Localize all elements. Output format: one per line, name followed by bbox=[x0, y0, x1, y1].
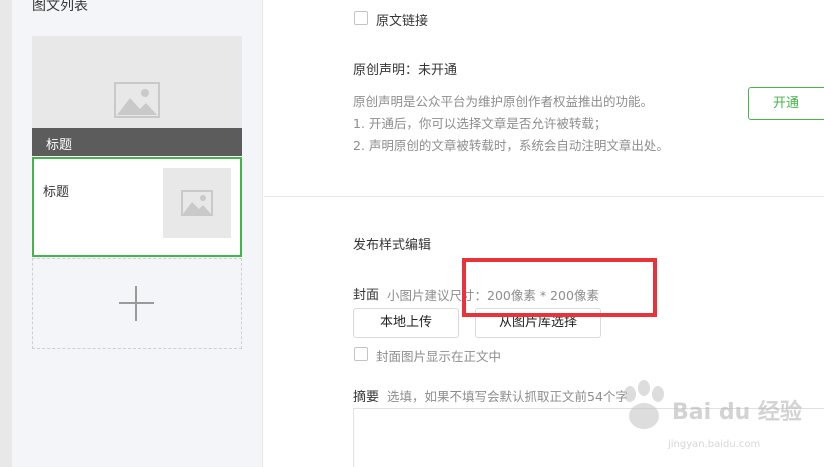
article-editor-page: 图文列表 标题 标题 原文链接 原创声明：未开通 原创声明是公众平台为维护原创作… bbox=[0, 0, 824, 467]
left-gutter bbox=[0, 0, 12, 467]
original-declaration-description: 原创声明是公众平台为维护原创作者权益推出的功能。 bbox=[353, 94, 654, 109]
show-cover-in-body-checkbox[interactable] bbox=[354, 347, 368, 361]
summary-label: 摘要 bbox=[353, 390, 380, 405]
watermark-url: jingyan.baidu.com bbox=[668, 439, 761, 450]
cover-title-bar: 标题 bbox=[32, 128, 242, 156]
open-original-button[interactable]: 开通 bbox=[748, 87, 824, 120]
original-link-checkbox[interactable] bbox=[354, 11, 368, 25]
paw-logo-icon bbox=[624, 380, 664, 429]
cover-article-card[interactable]: 标题 bbox=[32, 36, 242, 156]
sub-article-title: 标题 bbox=[43, 185, 70, 200]
add-article-button[interactable] bbox=[32, 258, 242, 349]
cover-article-title: 标题 bbox=[46, 138, 73, 153]
sub-article-thumbnail bbox=[163, 168, 231, 238]
original-link-label: 原文链接 bbox=[376, 14, 429, 29]
show-cover-in-body-label: 封面图片显示在正文中 bbox=[376, 349, 502, 364]
plus-icon-vertical bbox=[135, 286, 137, 321]
cover-label: 封面 bbox=[353, 288, 380, 303]
upload-local-button[interactable]: 本地上传 bbox=[353, 308, 459, 338]
original-declaration-item-1: 1. 开通后，你可以选择文章是否允许被转载； bbox=[353, 116, 607, 131]
sub-article-card[interactable]: 标题 bbox=[32, 157, 242, 257]
summary-hint: 选填，如果不填写会默认抓取正文前54个字 bbox=[387, 389, 628, 404]
original-declaration-item-2: 2. 声明原创的文章被转载时，系统会自动注明文章出处。 bbox=[353, 138, 669, 153]
baidu-jingyan-watermark: Bai du 经验 jingyan.baidu.com bbox=[618, 374, 824, 467]
watermark-brand: Bai du 经验 bbox=[672, 400, 802, 425]
article-list-title: 图文列表 bbox=[32, 0, 88, 14]
article-list-panel: 图文列表 标题 标题 bbox=[12, 0, 263, 467]
image-placeholder-icon bbox=[114, 82, 160, 122]
publish-style-title: 发布样式编辑 bbox=[353, 238, 432, 253]
original-declaration-title: 原创声明：未开通 bbox=[353, 63, 458, 78]
article-settings-section: 原文链接 原创声明：未开通 原创声明是公众平台为维护原创作者权益推出的功能。 1… bbox=[264, 0, 824, 196]
open-original-button-label: 开通 bbox=[772, 96, 799, 111]
highlight-annotation-box bbox=[462, 258, 657, 317]
image-placeholder-icon bbox=[181, 190, 213, 220]
